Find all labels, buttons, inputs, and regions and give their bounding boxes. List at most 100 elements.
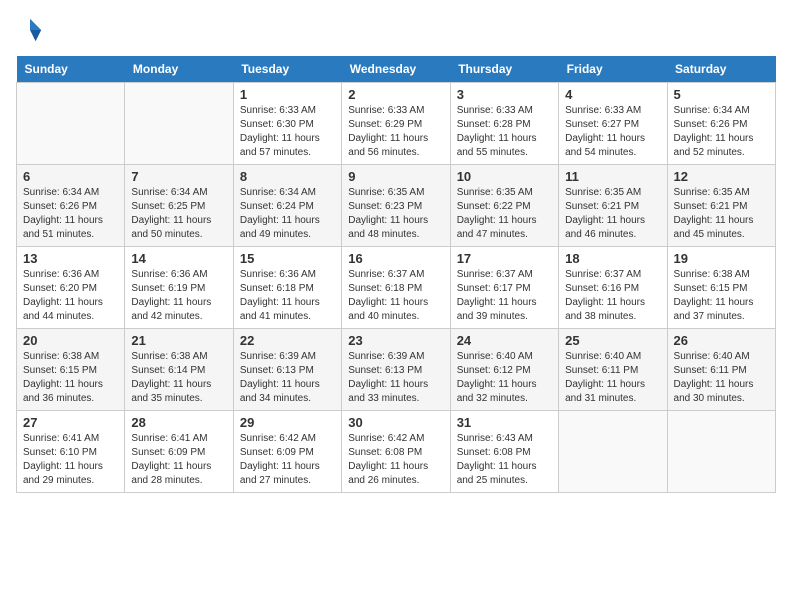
calendar-cell: 17 Sunrise: 6:37 AM Sunset: 6:17 PM Dayli… bbox=[450, 247, 558, 329]
day-number: 3 bbox=[457, 87, 552, 102]
day-info: Sunrise: 6:35 AM Sunset: 6:22 PM Dayligh… bbox=[457, 186, 552, 242]
day-info: Sunrise: 6:33 AM Sunset: 6:27 PM Dayligh… bbox=[565, 104, 660, 160]
day-number: 16 bbox=[348, 251, 443, 266]
calendar-cell: 25Sunrise: 6:40 AM Sunset: 6:11 PM Dayli… bbox=[559, 329, 667, 411]
calendar-cell: 16Sunrise: 6:37 AM Sunset: 6:18 PM Dayli… bbox=[342, 247, 450, 329]
calendar-cell: 8 Sunrise: 6:34 AM Sunset: 6:24 PM Daylig… bbox=[233, 165, 341, 247]
day-number: 17 bbox=[457, 251, 552, 266]
day-info: Sunrise: 6:43 AM Sunset: 6:08 PM Dayligh… bbox=[457, 432, 552, 488]
day-info: Sunrise: 6:37 AM Sunset: 6:17 PM Dayligh… bbox=[457, 268, 552, 324]
calendar-cell: 19 Sunrise: 6:38 AM Sunset: 6:15 PM Dayli… bbox=[667, 247, 775, 329]
day-number: 6 bbox=[23, 169, 118, 184]
weekday-header: Monday bbox=[125, 56, 233, 83]
day-number: 27 bbox=[23, 415, 118, 430]
day-info: Sunrise: 6:42 AM Sunset: 6:09 PM Dayligh… bbox=[240, 432, 335, 488]
day-number: 15 bbox=[240, 251, 335, 266]
weekday-header: Thursday bbox=[450, 56, 558, 83]
calendar-cell: 27 Sunrise: 6:41 AM Sunset: 6:10 PM Dayli… bbox=[17, 411, 125, 493]
day-info: Sunrise: 6:35 AM Sunset: 6:21 PM Dayligh… bbox=[674, 186, 769, 242]
day-number: 7 bbox=[131, 169, 226, 184]
calendar-table: SundayMondayTuesdayWednesdayThursdayFrid… bbox=[16, 56, 776, 493]
calendar-cell: 4 Sunrise: 6:33 AM Sunset: 6:27 PM Daylig… bbox=[559, 83, 667, 165]
calendar-cell: 7 Sunrise: 6:34 AM Sunset: 6:25 PM Daylig… bbox=[125, 165, 233, 247]
day-number: 19 bbox=[674, 251, 769, 266]
day-number: 30 bbox=[348, 415, 443, 430]
day-number: 5 bbox=[674, 87, 769, 102]
calendar-cell: 6Sunrise: 6:34 AM Sunset: 6:26 PM Daylig… bbox=[17, 165, 125, 247]
day-number: 18 bbox=[565, 251, 660, 266]
calendar-cell: 14 Sunrise: 6:36 AM Sunset: 6:19 PM Dayli… bbox=[125, 247, 233, 329]
day-number: 4 bbox=[565, 87, 660, 102]
day-number: 24 bbox=[457, 333, 552, 348]
day-info: Sunrise: 6:35 AM Sunset: 6:23 PM Dayligh… bbox=[348, 186, 443, 242]
day-number: 1 bbox=[240, 87, 335, 102]
day-info: Sunrise: 6:35 AM Sunset: 6:21 PM Dayligh… bbox=[565, 186, 660, 242]
day-info: Sunrise: 6:39 AM Sunset: 6:13 PM Dayligh… bbox=[240, 350, 335, 406]
calendar-week-row: 13 Sunrise: 6:36 AM Sunset: 6:20 PM Dayli… bbox=[17, 247, 776, 329]
calendar-cell: 28 Sunrise: 6:41 AM Sunset: 6:09 PM Dayli… bbox=[125, 411, 233, 493]
weekday-header-row: SundayMondayTuesdayWednesdayThursdayFrid… bbox=[17, 56, 776, 83]
day-info: Sunrise: 6:38 AM Sunset: 6:14 PM Dayligh… bbox=[131, 350, 226, 406]
calendar-cell: 12 Sunrise: 6:35 AM Sunset: 6:21 PM Dayli… bbox=[667, 165, 775, 247]
calendar-cell: 24 Sunrise: 6:40 AM Sunset: 6:12 PM Dayli… bbox=[450, 329, 558, 411]
day-info: Sunrise: 6:33 AM Sunset: 6:29 PM Dayligh… bbox=[348, 104, 443, 160]
calendar-cell: 13 Sunrise: 6:36 AM Sunset: 6:20 PM Dayli… bbox=[17, 247, 125, 329]
calendar-cell: 11 Sunrise: 6:35 AM Sunset: 6:21 PM Dayli… bbox=[559, 165, 667, 247]
day-number: 28 bbox=[131, 415, 226, 430]
calendar-cell: 23Sunrise: 6:39 AM Sunset: 6:13 PM Dayli… bbox=[342, 329, 450, 411]
day-number: 8 bbox=[240, 169, 335, 184]
day-number: 10 bbox=[457, 169, 552, 184]
day-info: Sunrise: 6:41 AM Sunset: 6:09 PM Dayligh… bbox=[131, 432, 226, 488]
logo-icon bbox=[16, 16, 44, 44]
calendar-cell: 30 Sunrise: 6:42 AM Sunset: 6:08 PM Dayli… bbox=[342, 411, 450, 493]
day-info: Sunrise: 6:42 AM Sunset: 6:08 PM Dayligh… bbox=[348, 432, 443, 488]
day-number: 12 bbox=[674, 169, 769, 184]
day-number: 11 bbox=[565, 169, 660, 184]
calendar-cell: 10 Sunrise: 6:35 AM Sunset: 6:22 PM Dayli… bbox=[450, 165, 558, 247]
weekday-header: Saturday bbox=[667, 56, 775, 83]
calendar-cell: 31Sunrise: 6:43 AM Sunset: 6:08 PM Dayli… bbox=[450, 411, 558, 493]
logo bbox=[16, 16, 48, 44]
calendar-cell: 3 Sunrise: 6:33 AM Sunset: 6:28 PM Daylig… bbox=[450, 83, 558, 165]
day-info: Sunrise: 6:37 AM Sunset: 6:16 PM Dayligh… bbox=[565, 268, 660, 324]
calendar-cell: 18 Sunrise: 6:37 AM Sunset: 6:16 PM Dayli… bbox=[559, 247, 667, 329]
calendar-cell: 20Sunrise: 6:38 AM Sunset: 6:15 PM Dayli… bbox=[17, 329, 125, 411]
calendar-cell: 15 Sunrise: 6:36 AM Sunset: 6:18 PM Dayli… bbox=[233, 247, 341, 329]
calendar-cell: 2Sunrise: 6:33 AM Sunset: 6:29 PM Daylig… bbox=[342, 83, 450, 165]
calendar-cell bbox=[559, 411, 667, 493]
day-number: 25 bbox=[565, 333, 660, 348]
weekday-header: Tuesday bbox=[233, 56, 341, 83]
day-info: Sunrise: 6:41 AM Sunset: 6:10 PM Dayligh… bbox=[23, 432, 118, 488]
page-header bbox=[16, 16, 776, 44]
calendar-cell: 26 Sunrise: 6:40 AM Sunset: 6:11 PM Dayli… bbox=[667, 329, 775, 411]
calendar-week-row: 6Sunrise: 6:34 AM Sunset: 6:26 PM Daylig… bbox=[17, 165, 776, 247]
calendar-cell: 1Sunrise: 6:33 AM Sunset: 6:30 PM Daylig… bbox=[233, 83, 341, 165]
weekday-header: Sunday bbox=[17, 56, 125, 83]
weekday-header: Friday bbox=[559, 56, 667, 83]
day-number: 9 bbox=[348, 169, 443, 184]
day-number: 14 bbox=[131, 251, 226, 266]
day-number: 20 bbox=[23, 333, 118, 348]
calendar-week-row: 1Sunrise: 6:33 AM Sunset: 6:30 PM Daylig… bbox=[17, 83, 776, 165]
calendar-week-row: 20Sunrise: 6:38 AM Sunset: 6:15 PM Dayli… bbox=[17, 329, 776, 411]
day-number: 13 bbox=[23, 251, 118, 266]
calendar-cell bbox=[125, 83, 233, 165]
calendar-cell: 5 Sunrise: 6:34 AM Sunset: 6:26 PM Daylig… bbox=[667, 83, 775, 165]
day-info: Sunrise: 6:34 AM Sunset: 6:25 PM Dayligh… bbox=[131, 186, 226, 242]
day-number: 21 bbox=[131, 333, 226, 348]
day-info: Sunrise: 6:33 AM Sunset: 6:28 PM Dayligh… bbox=[457, 104, 552, 160]
day-info: Sunrise: 6:36 AM Sunset: 6:19 PM Dayligh… bbox=[131, 268, 226, 324]
day-number: 26 bbox=[674, 333, 769, 348]
day-info: Sunrise: 6:34 AM Sunset: 6:26 PM Dayligh… bbox=[674, 104, 769, 160]
day-info: Sunrise: 6:36 AM Sunset: 6:20 PM Dayligh… bbox=[23, 268, 118, 324]
day-info: Sunrise: 6:36 AM Sunset: 6:18 PM Dayligh… bbox=[240, 268, 335, 324]
calendar-cell bbox=[17, 83, 125, 165]
day-info: Sunrise: 6:40 AM Sunset: 6:11 PM Dayligh… bbox=[674, 350, 769, 406]
day-info: Sunrise: 6:40 AM Sunset: 6:12 PM Dayligh… bbox=[457, 350, 552, 406]
calendar-cell: 21 Sunrise: 6:38 AM Sunset: 6:14 PM Dayli… bbox=[125, 329, 233, 411]
day-info: Sunrise: 6:38 AM Sunset: 6:15 PM Dayligh… bbox=[674, 268, 769, 324]
day-number: 29 bbox=[240, 415, 335, 430]
day-info: Sunrise: 6:34 AM Sunset: 6:24 PM Dayligh… bbox=[240, 186, 335, 242]
calendar-week-row: 27 Sunrise: 6:41 AM Sunset: 6:10 PM Dayli… bbox=[17, 411, 776, 493]
day-number: 22 bbox=[240, 333, 335, 348]
